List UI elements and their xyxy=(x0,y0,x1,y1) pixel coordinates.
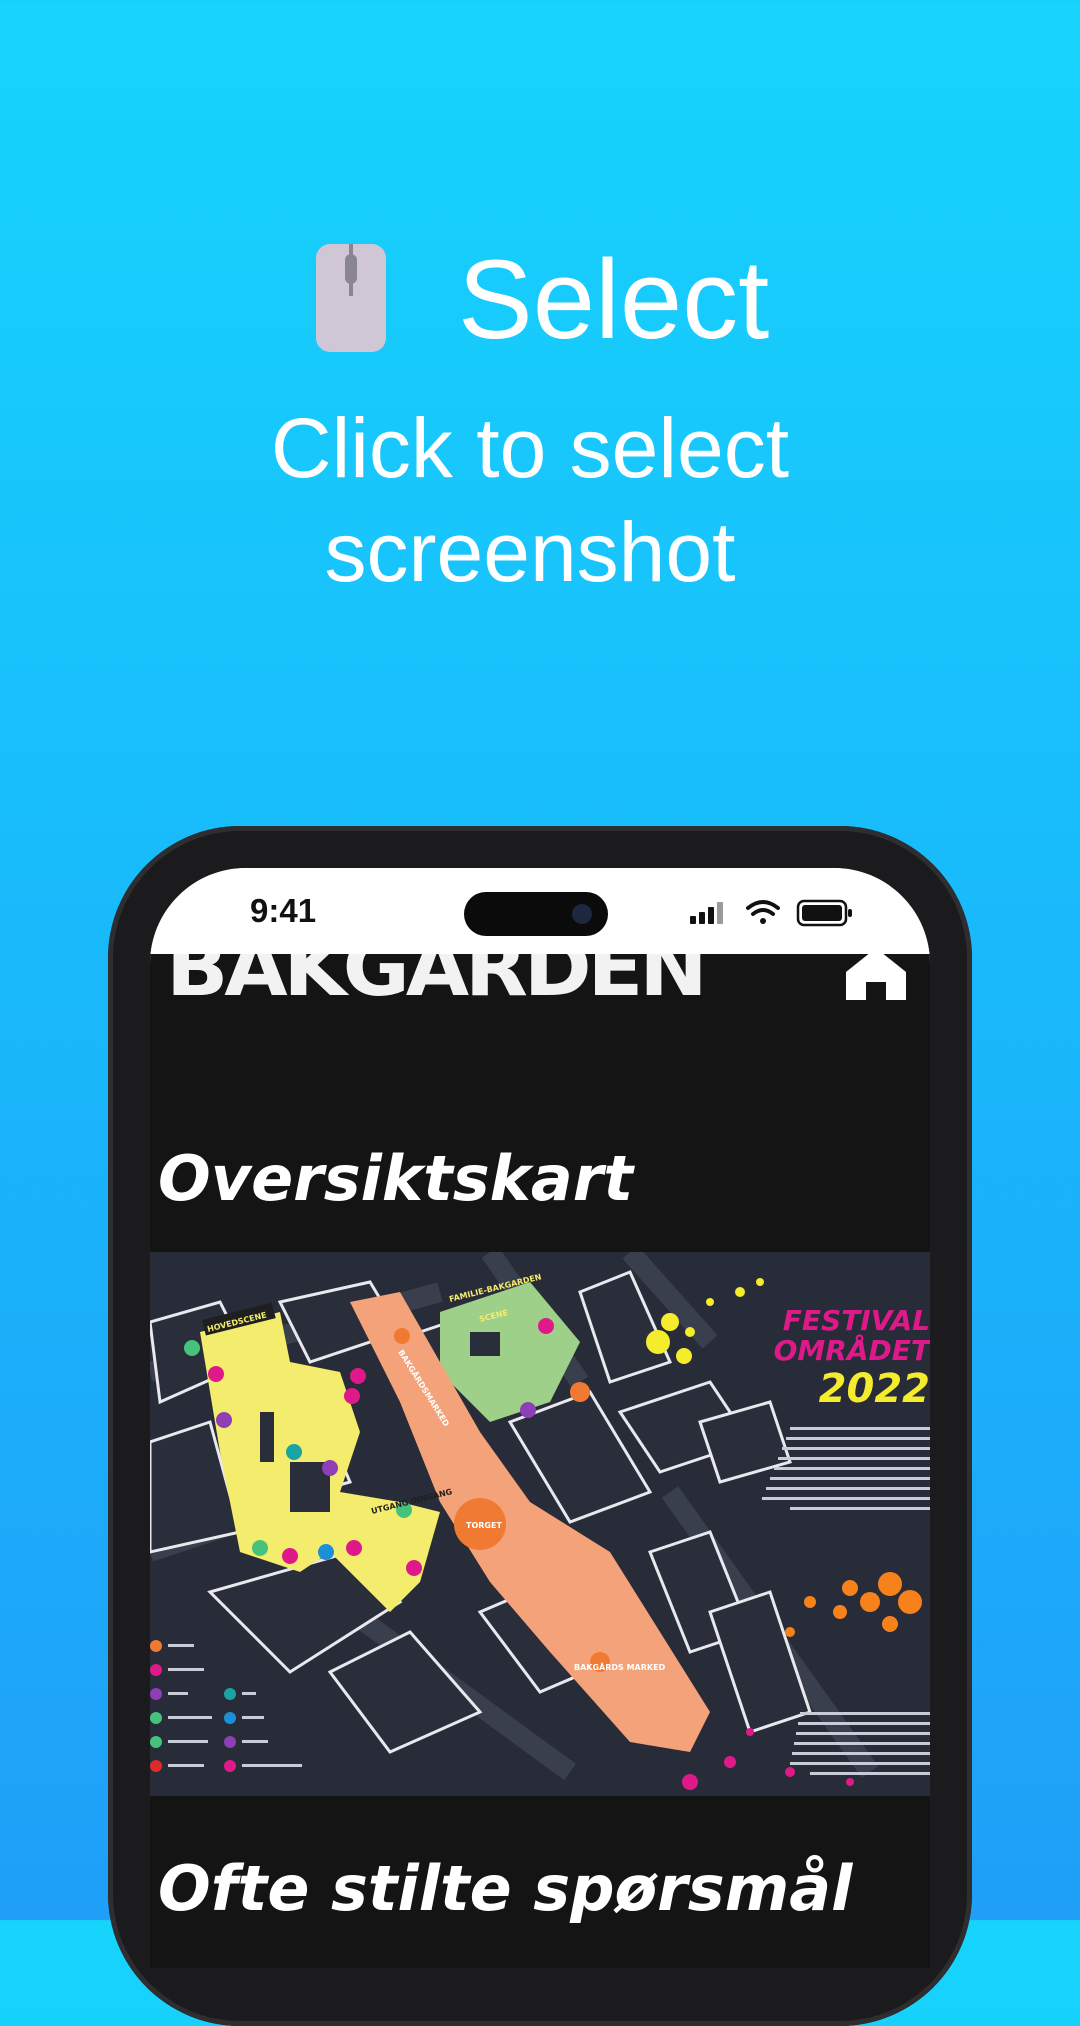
map-title-line2: OMRÅDET xyxy=(774,1333,930,1367)
camera-icon xyxy=(572,904,592,924)
map-title-line1: FESTIVAL xyxy=(783,1304,930,1337)
map-label-torget: TORGET xyxy=(466,1521,502,1530)
festival-map[interactable]: FESTIVAL OMRÅDET 2022 HOVEDSCENE FAMILIE… xyxy=(150,1252,930,1796)
cellular-signal-icon xyxy=(690,902,723,924)
section-title-map: Oversiktskart xyxy=(158,1142,633,1215)
home-icon[interactable] xyxy=(844,954,908,1000)
battery-icon xyxy=(796,899,852,927)
logo[interactable]: BAKGARDEN xyxy=(166,954,708,1014)
app-content: BAKGARDEN Oversiktskart FESTIVAL OMRÅDET… xyxy=(150,954,930,1968)
map-label-bakgards-marked: BAKGÅRDS MARKED xyxy=(574,1662,666,1672)
status-bar: 9:41 xyxy=(150,868,930,954)
status-time: 9:41 xyxy=(250,892,317,929)
map-year: 2022 xyxy=(819,1366,930,1412)
mouse-icon xyxy=(316,244,386,352)
promo-subline: Click to select screenshot xyxy=(270,401,790,599)
dynamic-island xyxy=(464,892,608,936)
promo-headline: Select xyxy=(458,237,770,362)
phone-screen: 9:41 BAKGARDEN Oversiktskart FESTIVAL OM… xyxy=(150,868,930,1968)
app-header: BAKGARDEN xyxy=(150,954,930,1014)
wifi-icon xyxy=(746,900,780,924)
status-icons xyxy=(690,899,852,927)
section-title-faq[interactable]: Ofte stilte spørsmål xyxy=(158,1852,852,1925)
